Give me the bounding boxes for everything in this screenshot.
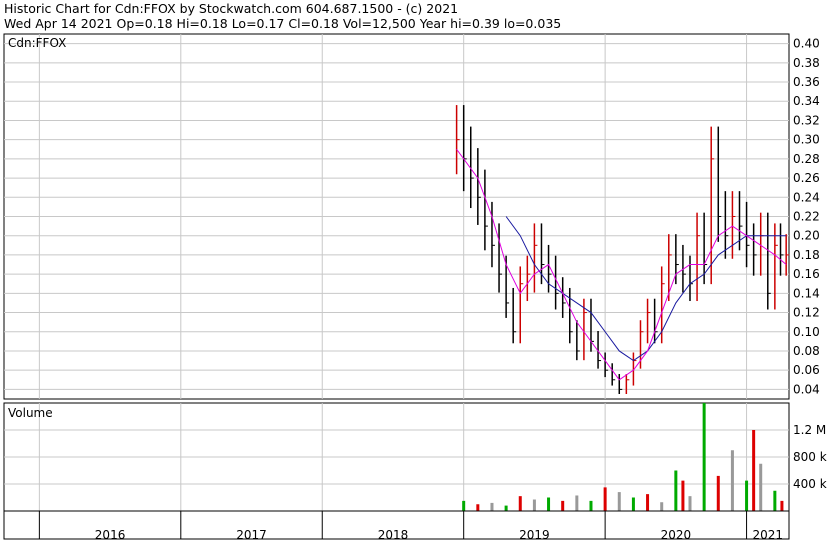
volume-bar	[603, 487, 607, 511]
volume-bar	[518, 496, 522, 511]
y-tick-label: 0.10	[793, 325, 820, 339]
volume-bar	[660, 502, 664, 511]
y-tick-label: 0.06	[793, 363, 820, 377]
volume-tick-label: 800 k	[793, 450, 827, 464]
volume-bar	[716, 475, 720, 511]
volume-bar	[745, 480, 749, 511]
y-tick-label: 0.14	[793, 286, 820, 300]
volume-bar	[730, 450, 734, 511]
y-tick-label: 0.36	[793, 75, 820, 89]
y-tick-label: 0.38	[793, 56, 820, 70]
volume-bar	[504, 505, 508, 511]
y-tick-label: 0.18	[793, 248, 820, 262]
volume-bar	[589, 500, 593, 511]
x-tick-label: 2019	[519, 528, 550, 542]
volume-bar	[476, 504, 480, 511]
x-tick-label: 2020	[661, 528, 692, 542]
volume-bar	[631, 497, 635, 511]
volume-bar	[617, 492, 621, 511]
y-tick-label: 0.12	[793, 306, 820, 320]
price-axis: 0.40 0.38 0.36 0.34 0.32 0.30 0.28 0.26 0.24 0.22…	[793, 37, 820, 397]
volume-bar	[575, 495, 579, 511]
volume-axis: 1.2 M 800 k 400 k	[793, 423, 827, 491]
y-tick-label: 0.28	[793, 152, 820, 166]
volume-bar	[681, 480, 685, 511]
y-tick-label: 0.30	[793, 133, 820, 147]
volume-bar	[702, 403, 706, 511]
chart-title: Historic Chart for Cdn:FFOX by Stockwatc…	[4, 1, 458, 16]
y-tick-label: 0.32	[793, 113, 820, 127]
volume-bar	[674, 470, 678, 511]
x-tick-label: 2016	[95, 528, 126, 542]
x-tick-label: 2021	[753, 528, 784, 542]
y-tick-label: 0.40	[793, 37, 820, 51]
y-tick-label: 0.22	[793, 210, 820, 224]
y-tick-label: 0.24	[793, 190, 820, 204]
volume-bar	[547, 497, 551, 511]
volume-bar	[688, 496, 692, 511]
volume-tick-label: 400 k	[793, 477, 827, 491]
x-tick-label: 2018	[378, 528, 409, 542]
volume-bar	[780, 500, 784, 511]
volume-tick-label: 1.2 M	[793, 423, 826, 437]
volume-bar	[773, 490, 777, 511]
volume-bar	[646, 494, 650, 511]
stock-chart: Historic Chart for Cdn:FFOX by Stockwatc…	[3, 1, 827, 542]
volume-bar	[561, 500, 565, 511]
y-tick-label: 0.34	[793, 94, 820, 108]
volume-bar	[462, 500, 466, 511]
volume-panel-label: Volume	[8, 406, 53, 420]
y-tick-label: 0.26	[793, 171, 820, 185]
y-tick-label: 0.16	[793, 267, 820, 281]
y-tick-label: 0.04	[793, 382, 820, 396]
y-tick-label: 0.20	[793, 229, 820, 243]
volume-bar	[752, 430, 756, 511]
y-tick-label: 0.08	[793, 344, 820, 358]
x-tick-label: 2017	[236, 528, 267, 542]
volume-bar	[532, 499, 536, 511]
volume-bar	[759, 463, 763, 511]
price-panel-label: Cdn:FFOX	[8, 36, 66, 50]
chart-quote-line: Wed Apr 14 2021 Op=0.18 Hi=0.18 Lo=0.17 …	[4, 16, 561, 31]
volume-bar	[490, 502, 494, 511]
